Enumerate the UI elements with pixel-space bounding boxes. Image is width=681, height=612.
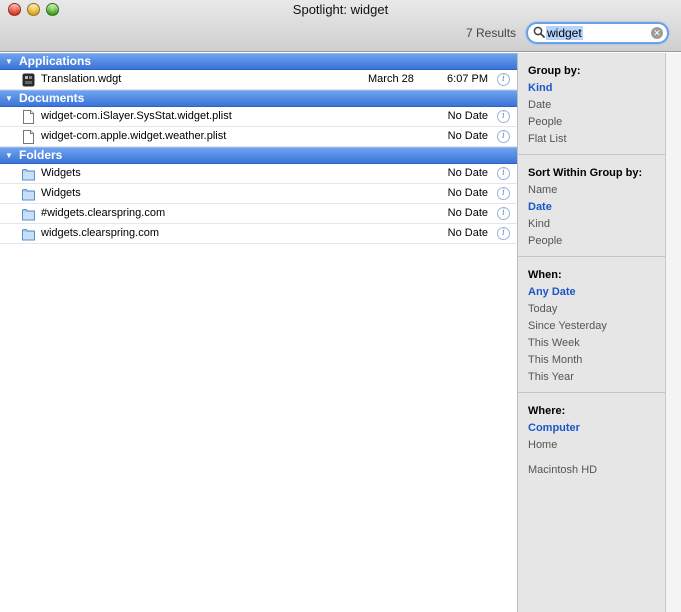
filter-heading: When: — [528, 269, 562, 281]
result-row[interactable]: #widgets.clearspring.com No Date i — [0, 204, 517, 224]
filter-section-sort-within: Sort Within Group by: Name Date Kind People — [518, 155, 665, 257]
clear-search-icon[interactable]: ✕ — [651, 27, 663, 39]
info-icon[interactable]: i — [497, 187, 510, 200]
group-header-documents[interactable]: ▼ Documents — [0, 90, 517, 107]
filter-option-this-year[interactable]: This Year — [528, 369, 665, 386]
document-icon — [23, 130, 34, 144]
result-name: widget-com.apple.widget.weather.plist — [41, 130, 227, 142]
filter-heading: Where: — [528, 405, 566, 417]
result-row[interactable]: Widgets No Date i — [0, 184, 517, 204]
result-time: No Date — [447, 187, 488, 199]
filter-option-any-date[interactable]: Any Date — [528, 284, 665, 301]
info-icon[interactable]: i — [497, 130, 510, 143]
folder-icon — [22, 189, 35, 201]
group-header-folders[interactable]: ▼ Folders — [0, 147, 517, 164]
result-time: No Date — [447, 227, 488, 239]
results-list: ▼ Applications Translation.wdgt March 28 6:0… — [0, 53, 517, 612]
result-name: widgets.clearspring.com — [41, 227, 159, 239]
filter-section-group-by: Group by: Kind Date People Flat List — [518, 53, 665, 155]
filter-option-home[interactable]: Home — [528, 437, 665, 454]
filter-sidebar: Group by: Kind Date People Flat List Sort Wit… — [517, 53, 665, 612]
result-name: #widgets.clearspring.com — [41, 207, 166, 219]
info-icon[interactable]: i — [497, 207, 510, 220]
info-icon[interactable]: i — [497, 73, 510, 86]
disclosure-triangle-icon[interactable]: ▼ — [5, 90, 14, 107]
result-row[interactable]: Widgets No Date i — [0, 164, 517, 184]
group-header-label: Folders — [19, 148, 63, 162]
group-header-label: Applications — [19, 54, 92, 68]
search-field[interactable]: widget ✕ — [526, 22, 669, 44]
filter-option-kind[interactable]: Kind — [528, 216, 665, 233]
filter-option-people[interactable]: People — [528, 114, 665, 131]
result-row[interactable]: widget-com.apple.widget.weather.plist No … — [0, 127, 517, 147]
filter-option-computer[interactable]: Computer — [528, 420, 665, 437]
filter-heading: Group by: — [528, 65, 581, 77]
filter-option-macintosh-hd[interactable]: Macintosh HD — [528, 462, 665, 479]
widget-app-icon — [22, 73, 35, 87]
result-time: No Date — [447, 167, 488, 179]
result-name: widget-com.iSlayer.SysStat.widget.plist — [41, 110, 232, 122]
folder-icon — [22, 169, 35, 181]
filter-section-where: Where: Computer Home Macintosh HD — [518, 393, 665, 485]
result-date: March 28 — [368, 73, 414, 85]
filter-option-this-week[interactable]: This Week — [528, 335, 665, 352]
filter-option-today[interactable]: Today — [528, 301, 665, 318]
filter-option-flat-list[interactable]: Flat List — [528, 131, 665, 148]
filter-option-date[interactable]: Date — [528, 97, 665, 114]
group-header-label: Documents — [19, 91, 85, 105]
info-icon[interactable]: i — [497, 167, 510, 180]
info-icon[interactable]: i — [497, 227, 510, 240]
result-row[interactable]: widget-com.iSlayer.SysStat.widget.plist N… — [0, 107, 517, 127]
result-row[interactable]: Translation.wdgt March 28 6:07 PM i — [0, 70, 517, 90]
filter-option-name[interactable]: Name — [528, 182, 665, 199]
window-title: Spotlight: widget — [292, 2, 389, 17]
group-header-applications[interactable]: ▼ Applications — [0, 53, 517, 70]
result-name: Translation.wdgt — [41, 73, 122, 85]
result-time: 6:07 PM — [447, 73, 488, 85]
disclosure-triangle-icon[interactable]: ▼ — [5, 147, 14, 164]
filter-option-date[interactable]: Date — [528, 199, 665, 216]
window-toolbar: Spotlight: widget 7 Results widget ✕ — [0, 0, 681, 52]
results-count: 7 Results — [466, 26, 517, 40]
result-row[interactable]: widgets.clearspring.com No Date i — [0, 224, 517, 244]
filter-option-people[interactable]: People — [528, 233, 665, 250]
filter-heading: Sort Within Group by: — [528, 167, 643, 179]
filter-section-when: When: Any Date Today Since Yesterday This We… — [518, 257, 665, 393]
folder-icon — [22, 209, 35, 221]
filter-option-since-yesterday[interactable]: Since Yesterday — [528, 318, 665, 335]
result-name: Widgets — [41, 167, 81, 179]
folder-icon — [22, 229, 35, 241]
search-query-text[interactable]: widget — [546, 26, 583, 40]
result-time: No Date — [447, 110, 488, 122]
result-time: No Date — [447, 207, 488, 219]
result-name: Widgets — [41, 187, 81, 199]
filter-option-this-month[interactable]: This Month — [528, 352, 665, 369]
filter-option-kind[interactable]: Kind — [528, 80, 665, 97]
info-icon[interactable]: i — [497, 110, 510, 123]
magnifier-icon — [533, 26, 545, 38]
disclosure-triangle-icon[interactable]: ▼ — [5, 53, 14, 70]
vertical-scrollbar[interactable] — [665, 53, 681, 612]
document-icon — [23, 110, 34, 124]
result-time: No Date — [447, 130, 488, 142]
